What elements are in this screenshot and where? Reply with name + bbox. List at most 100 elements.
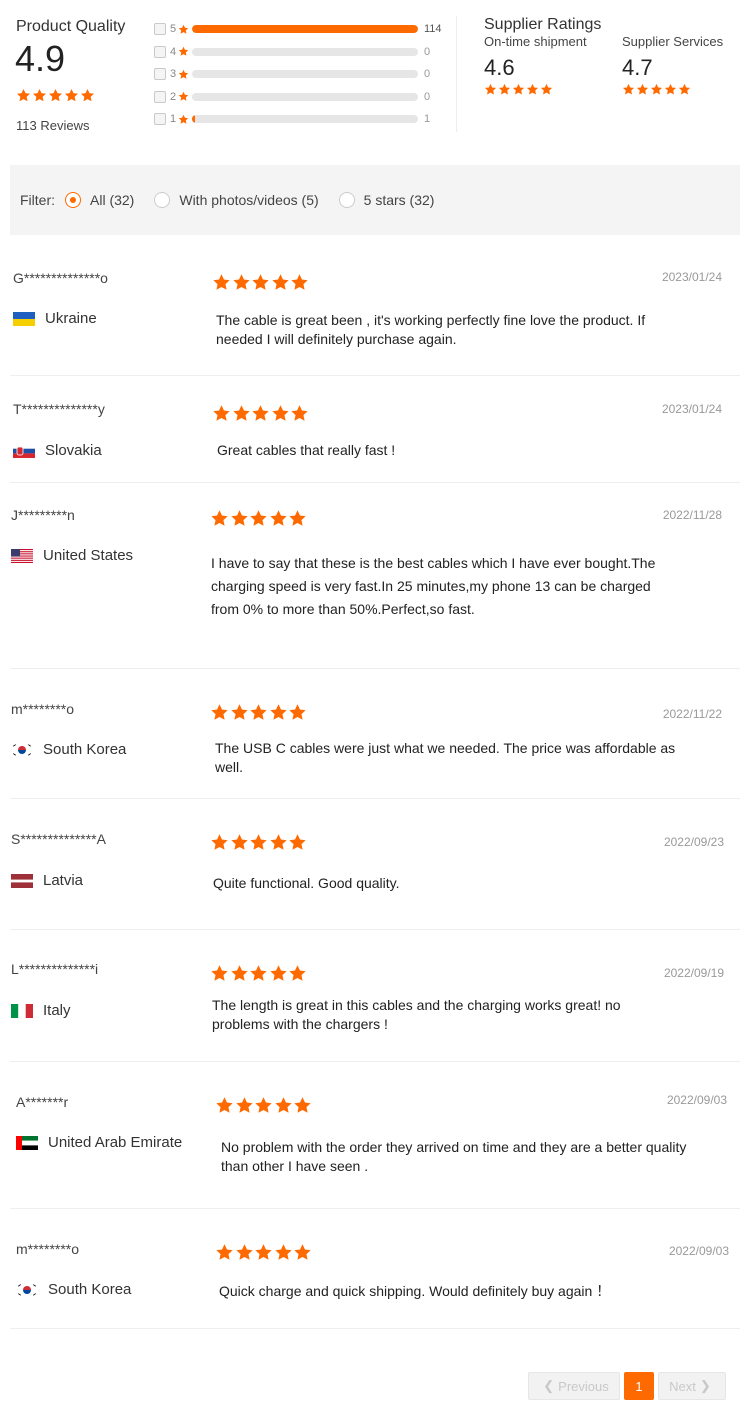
distribution-bar	[192, 115, 418, 124]
reviewer-name: A*******r	[16, 1094, 69, 1110]
ontime-shipment-label: On-time shipment	[484, 34, 587, 49]
review-stars	[215, 1096, 313, 1115]
south-korea-flag-icon	[11, 742, 33, 757]
country-name: South Korea	[48, 1281, 132, 1298]
summary-divider	[456, 16, 457, 132]
radio-icon[interactable]	[154, 192, 171, 208]
radio-icon[interactable]	[338, 192, 355, 208]
star-icon	[210, 703, 229, 722]
star-icon	[269, 509, 288, 528]
distribution-bar	[192, 25, 418, 34]
review-text: Great cables that really fast !	[217, 442, 396, 458]
review-date: 2023/01/24	[661, 270, 722, 284]
distribution-count: 1	[424, 113, 431, 126]
next-label: Next	[669, 1378, 696, 1394]
star-icon	[512, 83, 525, 96]
star-icon	[212, 404, 231, 423]
distribution-star-number: 2	[170, 90, 177, 103]
review-item: m********o South Korea 2022/11/22 The US…	[10, 669, 740, 799]
distribution-row-4[interactable]: 4 0	[154, 41, 454, 64]
distribution-bar-fill	[192, 25, 418, 34]
star-icon	[64, 88, 79, 103]
ontime-shipment-rating: On-time shipment 4.6	[484, 34, 587, 96]
star-icon	[274, 1243, 293, 1262]
star-icon	[251, 404, 270, 423]
distribution-count: 0	[424, 45, 431, 58]
star-icon	[249, 833, 268, 852]
star-icon	[636, 83, 649, 96]
star-icon	[540, 83, 553, 96]
next-page-button[interactable]: Next ❯	[658, 1372, 726, 1400]
ukraine-flag-icon	[13, 311, 35, 326]
reviewer-name: S**************A	[11, 831, 106, 847]
reviewer-name: T**************y	[13, 401, 105, 417]
star-icon	[254, 1096, 273, 1115]
star-icon	[288, 833, 307, 852]
star-icon	[650, 83, 663, 96]
chevron-right-icon: ❯	[699, 1378, 711, 1393]
star-icon	[215, 1243, 234, 1262]
slovakia-flag-icon	[13, 443, 35, 458]
star-icon	[32, 88, 47, 103]
star-icon	[212, 273, 231, 292]
star-icon	[288, 509, 307, 528]
review-stars	[210, 833, 308, 852]
radio-selected-icon[interactable]	[65, 192, 81, 208]
star-icon	[254, 1243, 273, 1262]
star-icon	[678, 83, 691, 96]
reviewer-name: m********o	[11, 701, 75, 717]
review-item: A*******r United Arab Emirate 2022/09/03…	[10, 1062, 740, 1209]
usa-flag-icon	[11, 548, 33, 563]
previous-page-button[interactable]: ❮ Previous	[528, 1372, 620, 1400]
product-quality-title: Product Quality	[16, 18, 126, 35]
distribution-checkbox[interactable]	[154, 113, 166, 126]
star-icon	[290, 273, 309, 292]
distribution-checkbox[interactable]	[154, 45, 166, 58]
star-icon	[178, 91, 189, 102]
star-icon	[235, 1096, 254, 1115]
country-name: United States	[43, 547, 134, 564]
review-stars	[212, 404, 310, 423]
reviewer-name: G**************o	[13, 270, 108, 286]
star-icon	[271, 404, 290, 423]
review-text: Quite functional. Good quality.	[213, 875, 400, 891]
star-icon	[271, 273, 290, 292]
reviewer-country: South Korea	[16, 1281, 131, 1298]
filter-option-photos-videos[interactable]: With photos/videos (5)	[154, 192, 319, 208]
distribution-row-3[interactable]: 3 0	[154, 63, 454, 86]
distribution-row-2[interactable]: 2 0	[154, 86, 454, 109]
star-icon	[178, 24, 189, 35]
distribution-row-5[interactable]: 5 114	[154, 18, 454, 41]
distribution-bar-fill	[192, 115, 195, 124]
filter-option-label: All (32)	[90, 192, 135, 208]
distribution-row-1[interactable]: 1 1	[154, 108, 454, 131]
review-stars	[210, 509, 308, 528]
distribution-count: 0	[424, 90, 431, 103]
reviewer-name: m********o	[16, 1241, 80, 1257]
distribution-checkbox[interactable]	[154, 90, 166, 103]
review-date: 2022/09/03	[668, 1244, 729, 1258]
star-icon	[48, 88, 63, 103]
product-quality-stars	[16, 88, 95, 103]
reviewer-country: South Korea	[11, 741, 126, 758]
star-icon	[269, 703, 288, 722]
review-stars	[210, 964, 308, 983]
review-item: J*********n United States 2022/11/28 I h…	[10, 483, 740, 669]
star-icon	[251, 273, 270, 292]
filter-option-all[interactable]: All (32)	[65, 192, 134, 208]
reviewer-name: L**************i	[11, 961, 99, 977]
distribution-checkbox[interactable]	[154, 23, 166, 36]
page-button-current[interactable]: 1	[624, 1372, 654, 1400]
latvia-flag-icon	[11, 873, 33, 888]
review-date: 2022/09/23	[663, 835, 724, 849]
review-item: G**************o Ukraine 2023/01/24 The …	[10, 236, 740, 376]
rating-distribution: 5 114 4 0 3 0 2 0 1 1	[154, 18, 454, 131]
star-icon	[16, 88, 31, 103]
filter-option-label: 5 stars (32)	[363, 192, 435, 208]
supplier-services-score: 4.7	[622, 55, 653, 80]
review-stars	[212, 273, 310, 292]
reviewer-country: United States	[11, 547, 133, 564]
filter-option-5-stars[interactable]: 5 stars (32)	[338, 192, 435, 208]
star-icon	[178, 46, 189, 57]
distribution-checkbox[interactable]	[154, 68, 166, 81]
